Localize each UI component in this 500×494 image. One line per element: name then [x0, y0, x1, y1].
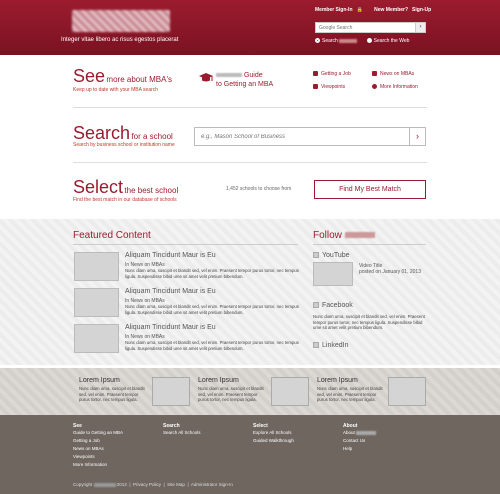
footer-link[interactable]: Search All Schools: [163, 429, 201, 437]
school-count: 1,452 schools to choose from: [226, 186, 292, 192]
footer-link[interactable]: Viewpoints: [73, 453, 123, 461]
facebook-post: Nunc diam urna, suscipit et blandit sed,…: [313, 314, 425, 330]
footer-link[interactable]: Contact Us: [343, 437, 376, 445]
viewpoints-icon: [313, 84, 318, 90]
copyright: Copyright: [73, 482, 93, 487]
news-icon: [372, 71, 377, 77]
footer-col-search: Search Search All Schools: [163, 423, 201, 437]
facebook-icon: [313, 302, 319, 309]
admin-signin-link[interactable]: Administrator Sign-In: [191, 482, 233, 487]
featured-heading: Featured Content: [73, 230, 151, 241]
top-links: Member Sign-In 🔒 New Member? Sign-Up: [315, 7, 435, 13]
select-subtitle: Find the best match in our database of s…: [73, 197, 177, 203]
chevron-right-icon: ›: [416, 131, 419, 141]
school-search-button[interactable]: ›: [409, 128, 425, 145]
search-scope: Search Search the Web: [315, 38, 409, 44]
site-logo[interactable]: [72, 10, 170, 32]
divider: [73, 244, 298, 245]
featured-body: Nunc diam urna, suscipit et blandit sed,…: [125, 340, 299, 351]
featured-body: Nunc diam urna, suscipit et blandit sed,…: [125, 304, 299, 315]
promo-body: Nunc diam urna, suscipit et blandit sed,…: [79, 386, 145, 402]
google-search-input[interactable]: [316, 23, 414, 32]
google-search-box: ›: [315, 22, 426, 33]
member-signin-link[interactable]: Member Sign-In: [315, 7, 353, 13]
radio-search-web[interactable]: [366, 38, 372, 44]
youtube-link[interactable]: YouTube: [313, 252, 350, 259]
promo-thumbnail[interactable]: [152, 377, 190, 406]
location-pin-icon: [372, 84, 377, 90]
radio-search-site[interactable]: [315, 38, 320, 44]
promo-title[interactable]: Lorem Ipsum: [198, 377, 239, 384]
search-subtitle: Search by business school or institution…: [73, 142, 175, 148]
promo-title[interactable]: Lorem Ipsum: [79, 377, 120, 384]
see-heading: See more about MBA's: [73, 66, 172, 86]
footer-link[interactable]: More Information: [73, 461, 123, 469]
footer-bottom-links: Copyright 2013 | Privacy Policy | Site M…: [73, 482, 233, 487]
follow-heading: Follow: [313, 230, 375, 241]
copyright-year: 2013: [116, 482, 127, 487]
site-tagline: Integer vitae libero ac risus egestos pl…: [61, 37, 179, 43]
footer-col-select: Select Explore All Schools Guided Walkth…: [253, 423, 294, 445]
graduation-cap-icon: [199, 73, 213, 82]
footer-link[interactable]: Guided Walkthrough: [253, 437, 294, 445]
footer-link[interactable]: Guide to Getting an MBA: [73, 429, 123, 437]
new-member-text: New Member?: [374, 7, 409, 13]
promo-body: Nunc diam urna, suscipit et blandit sed,…: [317, 386, 383, 402]
video-thumbnail[interactable]: [313, 262, 353, 286]
radio-search-site-label: Search: [322, 38, 338, 44]
lock-icon: 🔒: [356, 7, 363, 13]
featured-body: Nunc diam urna, suscipit et blandit sed,…: [125, 268, 299, 279]
footer-link[interactable]: About: [343, 429, 377, 437]
redacted-text: [339, 38, 358, 43]
guide-link[interactable]: Guide to Getting an MBA: [216, 71, 273, 89]
search-go-button[interactable]: ›: [415, 23, 425, 32]
link-viewpoints[interactable]: Viewpoints: [313, 84, 345, 90]
promo-title[interactable]: Lorem Ipsum: [317, 377, 358, 384]
divider: [313, 244, 426, 245]
facebook-link[interactable]: Facebook: [313, 302, 353, 309]
school-search-box: ›: [194, 127, 426, 146]
footer-link[interactable]: News on MBAs: [73, 445, 123, 453]
linkedin-link[interactable]: LinkedIn: [313, 342, 348, 349]
divider: [73, 107, 427, 108]
school-search-input[interactable]: [195, 128, 400, 145]
divider: [73, 162, 427, 163]
signup-link[interactable]: Sign-Up: [412, 7, 431, 13]
footer-col-see: See Guide to Getting an MBA Getting a Jo…: [73, 423, 123, 469]
featured-thumbnail[interactable]: [74, 324, 119, 353]
featured-title[interactable]: Aliquam Tincidunt Maur is Eu: [125, 288, 216, 295]
footer-link[interactable]: Help: [343, 445, 376, 453]
link-news-mbas[interactable]: News on MBAs: [372, 71, 414, 77]
footer-link[interactable]: Getting a Job: [73, 437, 123, 445]
video-date: posted on January 01, 2013: [359, 269, 421, 275]
find-best-match-button[interactable]: Find My Best Match: [314, 180, 426, 199]
radio-search-web-label: Search the Web: [373, 38, 410, 44]
chevron-right-icon: ›: [419, 24, 422, 30]
youtube-icon: [313, 252, 319, 259]
promo-thumbnail[interactable]: [271, 377, 309, 406]
featured-thumbnail[interactable]: [74, 288, 119, 317]
search-heading: Search for a school: [73, 123, 173, 143]
featured-title[interactable]: Aliquam Tincidunt Maur is Eu: [125, 252, 216, 259]
sitemap-link[interactable]: Site Map: [167, 482, 185, 487]
linkedin-icon: [313, 342, 319, 349]
link-getting-job[interactable]: Getting a Job: [313, 71, 351, 77]
featured-title[interactable]: Aliquam Tincidunt Maur is Eu: [125, 324, 216, 331]
footer-link[interactable]: Explore All Schools: [253, 429, 294, 437]
promo-thumbnail[interactable]: [388, 377, 426, 406]
footer-col-about: About About Contact Us Help: [343, 423, 377, 453]
select-heading: Select the best school: [73, 177, 179, 197]
briefcase-icon: [313, 71, 318, 77]
promo-body: Nunc diam urna, suscipit et blandit sed,…: [198, 386, 264, 402]
link-more-info[interactable]: More Information: [372, 84, 418, 90]
see-subtitle: Keep up to date with your MBA search: [73, 87, 159, 93]
featured-thumbnail[interactable]: [74, 252, 119, 281]
privacy-link[interactable]: Privacy Policy: [133, 482, 161, 487]
